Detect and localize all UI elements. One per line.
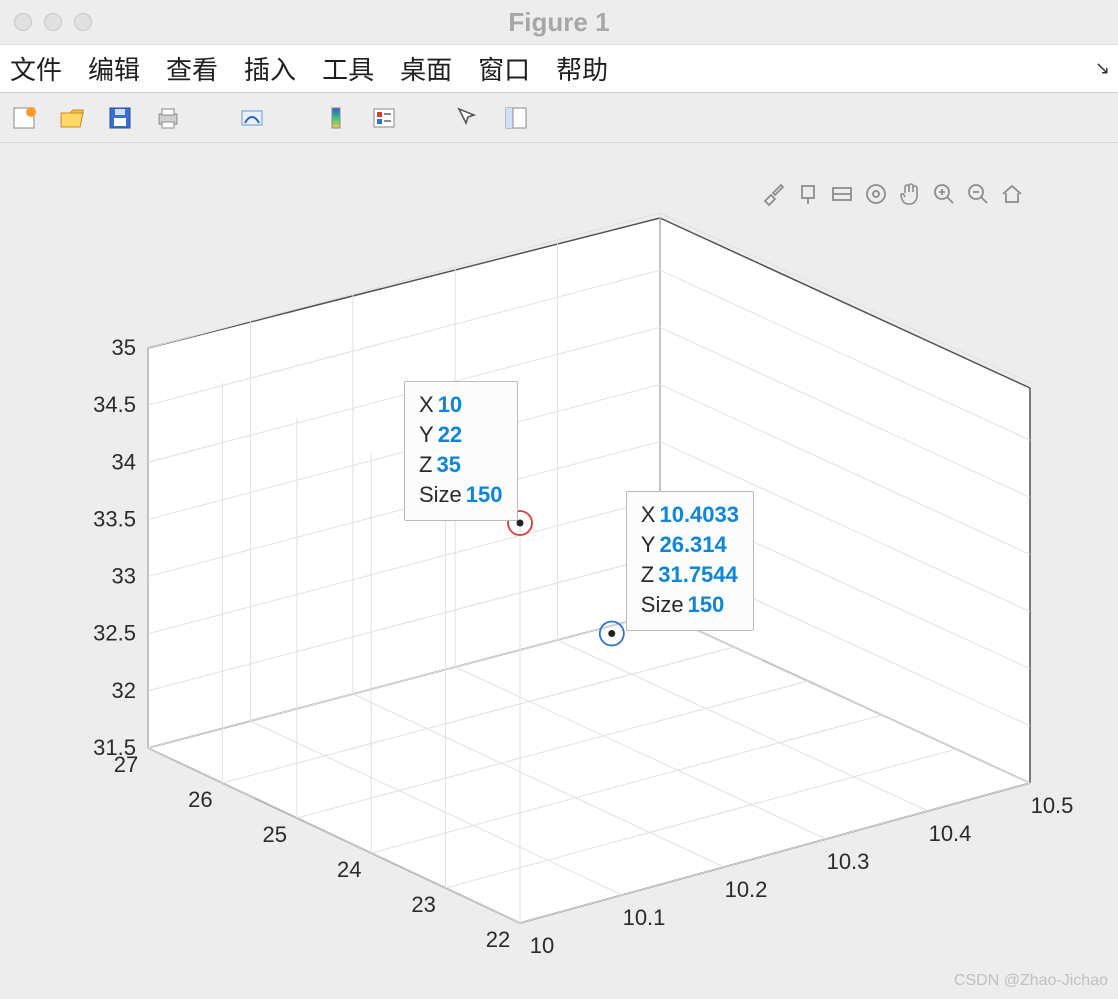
datatip-size-label: Size	[641, 592, 684, 617]
menu-help[interactable]: 帮助	[556, 50, 608, 87]
datatip-y-value: 22	[438, 422, 462, 447]
axes-3d[interactable]: 31.53232.53333.53434.535 222324252627 10…	[0, 143, 1118, 994]
svg-text:22: 22	[486, 927, 510, 952]
menu-desktop[interactable]: 桌面	[400, 50, 452, 87]
svg-text:32: 32	[112, 678, 136, 703]
svg-text:10.2: 10.2	[725, 877, 768, 902]
datatip-size-label: Size	[419, 482, 462, 507]
svg-text:33.5: 33.5	[93, 506, 136, 531]
datatip-x-value: 10.4033	[659, 502, 739, 527]
svg-text:10.1: 10.1	[623, 905, 666, 930]
datatip-z-value: 31.7544	[658, 562, 738, 587]
window-title: Figure 1	[0, 7, 1118, 38]
menu-overflow-icon[interactable]: ↘	[1095, 58, 1110, 79]
colorbar-icon[interactable]	[322, 104, 350, 132]
new-figure-icon[interactable]	[10, 104, 38, 132]
svg-text:10: 10	[530, 933, 554, 958]
window-titlebar: Figure 1	[0, 0, 1118, 45]
svg-text:27: 27	[114, 752, 138, 777]
figure-toolbar	[0, 93, 1118, 143]
menu-file[interactable]: 文件	[10, 50, 62, 87]
datatip-z-label: Z	[641, 562, 654, 587]
datatip-2[interactable]: X10.4033 Y26.314 Z31.7544 Size150	[626, 491, 754, 631]
datatip-z-value: 35	[436, 452, 460, 477]
menu-window[interactable]: 窗口	[478, 50, 530, 87]
datatip-size-value: 150	[466, 482, 503, 507]
edit-plot-icon[interactable]	[454, 104, 482, 132]
datatip-x-label: X	[641, 502, 656, 527]
print-icon[interactable]	[154, 104, 182, 132]
svg-text:23: 23	[411, 892, 435, 917]
save-icon[interactable]	[106, 104, 134, 132]
open-icon[interactable]	[58, 104, 86, 132]
datatip-size-value: 150	[688, 592, 725, 617]
svg-text:26: 26	[188, 787, 212, 812]
datatip-z-label: Z	[419, 452, 432, 477]
svg-text:33: 33	[112, 564, 136, 589]
svg-text:32.5: 32.5	[93, 621, 136, 646]
menu-tools[interactable]: 工具	[322, 50, 374, 87]
datatip-x-value: 10	[438, 392, 462, 417]
svg-text:10.3: 10.3	[827, 849, 870, 874]
svg-text:35: 35	[112, 335, 136, 360]
menu-insert[interactable]: 插入	[244, 50, 296, 87]
svg-text:10.4: 10.4	[929, 821, 972, 846]
svg-text:24: 24	[337, 857, 361, 882]
property-inspector-icon[interactable]	[502, 104, 530, 132]
svg-text:10.5: 10.5	[1031, 793, 1074, 818]
link-icon[interactable]	[238, 104, 266, 132]
menu-bar: 文件 编辑 查看 插入 工具 桌面 窗口 帮助 ↘	[0, 45, 1118, 93]
datatip-x-label: X	[419, 392, 434, 417]
legend-icon[interactable]	[370, 104, 398, 132]
datatip-y-label: Y	[419, 422, 434, 447]
datatip-1[interactable]: X10 Y22 Z35 Size150	[404, 381, 518, 521]
menu-view[interactable]: 查看	[166, 50, 218, 87]
svg-text:34.5: 34.5	[93, 392, 136, 417]
menu-edit[interactable]: 编辑	[88, 50, 140, 87]
datatip-y-value: 26.314	[659, 532, 726, 557]
watermark-text: CSDN @Zhao-Jichao	[954, 972, 1108, 990]
svg-text:34: 34	[112, 449, 136, 474]
svg-text:25: 25	[263, 822, 287, 847]
datatip-y-label: Y	[641, 532, 656, 557]
